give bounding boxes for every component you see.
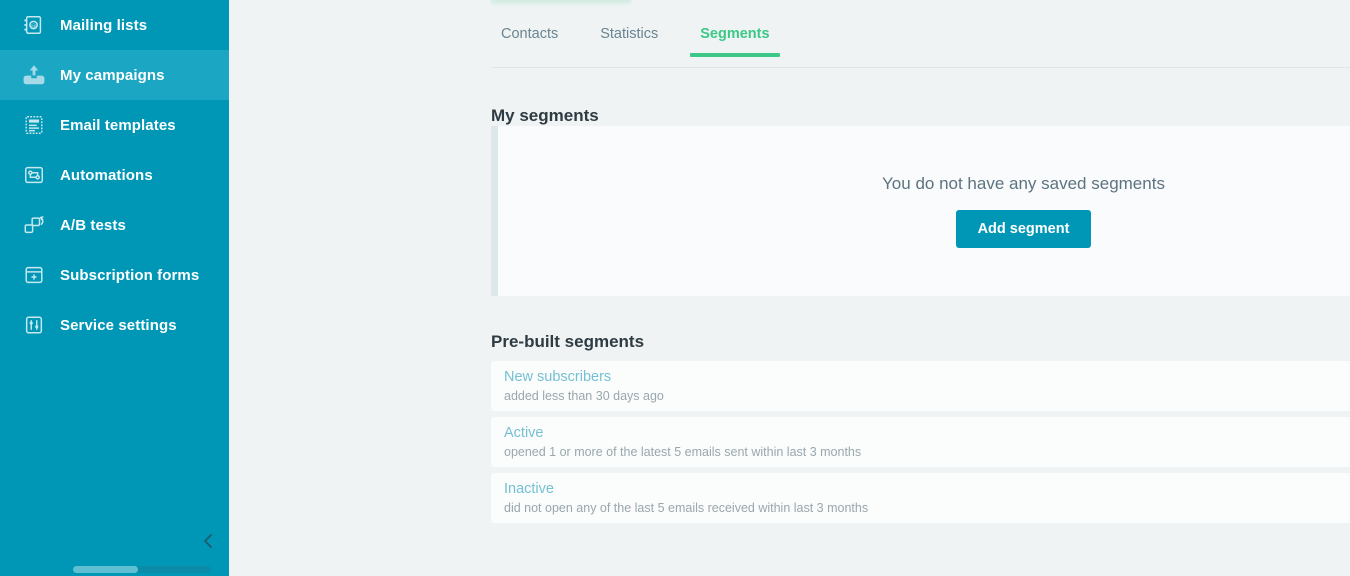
sidebar-item-automations[interactable]: Automations	[0, 150, 229, 200]
app-root: @ Mailing lists My campaigns	[0, 0, 1350, 576]
campaign-upload-icon	[22, 63, 46, 87]
prebuilt-segment-row-active[interactable]: Active opened 1 or more of the latest 5 …	[491, 417, 1350, 467]
sidebar-item-email-templates[interactable]: Email templates	[0, 100, 229, 150]
address-book-icon: @	[22, 13, 46, 37]
sidebar: @ Mailing lists My campaigns	[0, 0, 229, 576]
automation-flow-icon	[22, 163, 46, 187]
segment-description: did not open any of the last 5 emails re…	[504, 500, 1350, 517]
segment-description: opened 1 or more of the latest 5 emails …	[504, 444, 1350, 461]
sidebar-item-label: Automations	[60, 167, 153, 184]
tab-statistics[interactable]: Statistics	[590, 27, 668, 56]
cut-off-action-button[interactable]	[491, 0, 631, 6]
sidebar-item-label: Email templates	[60, 117, 176, 134]
sidebar-scrollbar-thumb[interactable]	[73, 566, 138, 573]
sidebar-item-label: Service settings	[60, 317, 177, 334]
sidebar-item-service-settings[interactable]: Service settings	[0, 300, 229, 350]
sidebar-horizontal-scrollbar[interactable]	[73, 566, 211, 573]
svg-text:@: @	[31, 23, 37, 29]
my-segments-heading: My segments	[491, 106, 599, 126]
tab-bar: Contacts Statistics Segments	[491, 22, 1350, 68]
segment-name[interactable]: Inactive	[504, 480, 1350, 499]
sidebar-item-subscription-forms[interactable]: Subscription forms	[0, 250, 229, 300]
email-template-icon	[22, 113, 46, 137]
tab-segments[interactable]: Segments	[690, 27, 779, 56]
prebuilt-segments-list: New subscribers added less than 30 days …	[491, 361, 1350, 529]
sidebar-item-my-campaigns[interactable]: My campaigns	[0, 50, 229, 100]
ab-test-icon	[22, 213, 46, 237]
segment-description: added less than 30 days ago	[504, 388, 1350, 405]
sidebar-item-mailing-lists[interactable]: @ Mailing lists	[0, 0, 229, 50]
subscription-form-icon	[22, 263, 46, 287]
sidebar-item-label: Subscription forms	[60, 267, 199, 284]
empty-state-message: You do not have any saved segments	[882, 174, 1165, 194]
sidebar-collapse-button[interactable]	[195, 528, 221, 554]
prebuilt-segment-row-new-subscribers[interactable]: New subscribers added less than 30 days …	[491, 361, 1350, 411]
chevron-left-icon	[201, 532, 215, 550]
prebuilt-segment-row-inactive[interactable]: Inactive did not open any of the last 5 …	[491, 473, 1350, 523]
sidebar-nav: @ Mailing lists My campaigns	[0, 0, 229, 350]
tab-contacts[interactable]: Contacts	[491, 27, 568, 56]
sidebar-item-label: A/B tests	[60, 217, 126, 234]
main-content: Contacts Statistics Segments My segments…	[229, 0, 1350, 576]
prebuilt-segments-heading: Pre-built segments	[491, 332, 644, 352]
segment-name[interactable]: New subscribers	[504, 368, 1350, 387]
sidebar-item-ab-tests[interactable]: A/B tests	[0, 200, 229, 250]
sliders-settings-icon	[22, 313, 46, 337]
sidebar-item-label: My campaigns	[60, 67, 165, 84]
my-segments-empty-card: You do not have any saved segments Add s…	[491, 126, 1350, 296]
add-segment-button[interactable]: Add segment	[956, 210, 1092, 248]
sidebar-item-label: Mailing lists	[60, 17, 147, 34]
segment-name[interactable]: Active	[504, 424, 1350, 443]
